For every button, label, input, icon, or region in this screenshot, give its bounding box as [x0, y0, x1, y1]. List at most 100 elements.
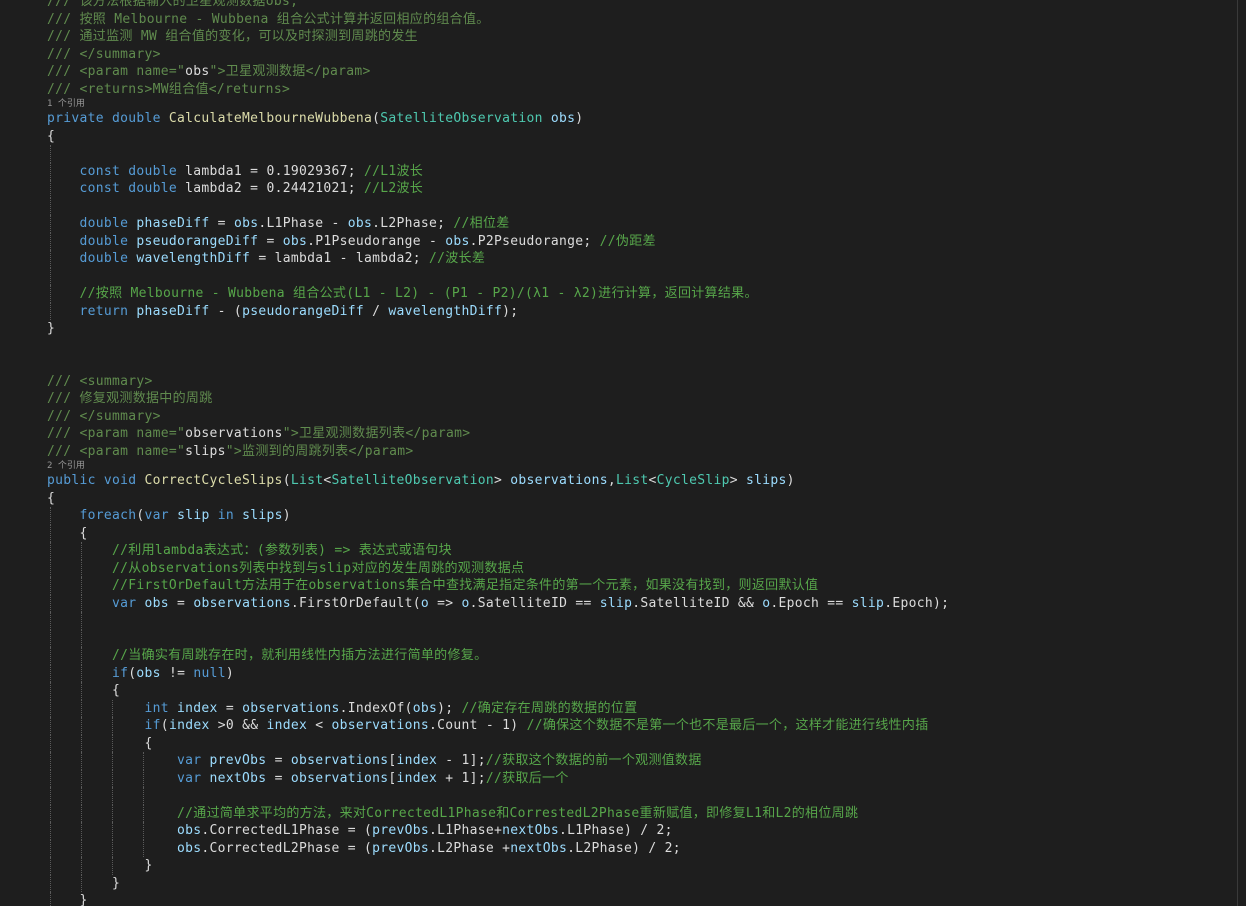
code-line: { — [0, 490, 1236, 508]
code-editor[interactable]: /// 该方法根据输入的卫星观测数据obs, /// 按照 Melbourne -… — [0, 0, 1246, 906]
code-token: .Count - 1) — [429, 718, 527, 733]
code-lines: /// 该方法根据输入的卫星观测数据obs, /// 按照 Melbourne -… — [0, 0, 1236, 906]
code-line: } — [0, 857, 1236, 875]
indent-guide — [50, 787, 51, 805]
indent-guide — [81, 647, 82, 665]
code-token: { — [47, 683, 121, 698]
code-token: .CorrectedL2Phase = ( — [201, 840, 373, 856]
code-line — [0, 267, 1236, 285]
code-line: { — [0, 128, 1236, 146]
code-token: slips — [185, 443, 226, 459]
code-token: ">卫星观测数据列表</param> — [282, 426, 471, 441]
code-token: ( — [136, 508, 145, 523]
indent-guide — [112, 822, 113, 840]
code-token: .FirstOrDefault( — [290, 595, 421, 611]
indent-guide — [50, 267, 51, 285]
code-token: wavelengthDiff — [388, 303, 503, 319]
indent-guide — [50, 145, 51, 163]
indent-guide — [81, 559, 82, 577]
code-token: prevObs — [209, 753, 267, 768]
code-token: /// 按照 Melbourne - Wubbena 组合公式计算并返回相应的组… — [47, 11, 490, 27]
code-token: = — [266, 753, 291, 768]
indent-guide — [50, 197, 51, 215]
indent-guide — [143, 822, 144, 840]
indent-guide — [81, 752, 82, 770]
code-line: //当确实有周跳存在时，就利用线性内插方法进行简单的修复。 — [0, 647, 1236, 665]
code-token: ( — [372, 111, 381, 126]
indent-guide — [50, 664, 51, 682]
code-token: observations — [193, 595, 291, 611]
code-token: const double — [79, 181, 186, 196]
code-line: return phaseDiff - (pseudorangeDiff / wa… — [0, 302, 1236, 320]
indent-guide — [112, 769, 113, 787]
code-token: observations — [185, 426, 283, 441]
indent-guide — [81, 612, 82, 630]
code-line: /// 通过监测 MW 组合值的变化，可以及时探测到周跳的发生 — [0, 28, 1236, 46]
indent-guide — [50, 524, 51, 542]
code-line — [0, 787, 1236, 805]
indent-guide — [112, 839, 113, 857]
code-token: pseudorangeDiff — [242, 303, 364, 319]
code-token: //利用lambda表达式：(参数列表) => 表达式或语句块 — [112, 543, 452, 558]
code-token: CorrectCycleSlips — [144, 473, 283, 488]
code-token: .P1Pseudorange - — [307, 233, 446, 249]
code-line: const double lambda2 = 0.24421021; //L2波… — [0, 180, 1236, 198]
indent-guide — [50, 804, 51, 822]
code-token: /// <summary> — [47, 373, 153, 389]
code-line: double wavelengthDiff = lambda1 - lambda… — [0, 250, 1236, 268]
indent-guide — [81, 787, 82, 805]
code-token: List — [290, 473, 324, 488]
code-token: obs — [233, 216, 259, 231]
code-token: < — [307, 718, 332, 733]
code-token: o — [420, 595, 430, 611]
code-token: nextObs — [209, 770, 267, 786]
code-token: return — [79, 303, 137, 319]
codelens-references[interactable]: 2 个引用 — [0, 460, 1236, 472]
code-token: if — [144, 718, 161, 733]
code-line: /// 该方法根据输入的卫星观测数据obs, — [0, 0, 1236, 11]
code-token: obs — [136, 665, 161, 681]
indent-guide — [50, 892, 51, 906]
code-token: } — [47, 875, 121, 891]
indent-guide — [50, 577, 51, 595]
indent-guide — [81, 699, 82, 717]
code-token: private double — [47, 111, 169, 126]
code-token: ">卫星观测数据</param> — [209, 64, 371, 79]
code-token: observations — [290, 770, 389, 786]
indent-guide — [50, 699, 51, 717]
code-token: observations — [290, 753, 389, 768]
indent-guide — [81, 594, 82, 612]
vertical-scrollbar[interactable] — [1237, 0, 1246, 906]
code-line — [0, 612, 1236, 630]
code-token: CycleSlip — [656, 473, 730, 488]
code-token: ) — [575, 111, 584, 126]
code-token: observations — [510, 473, 608, 488]
code-token: obs — [282, 233, 308, 249]
indent-guide — [50, 874, 51, 892]
code-token: index — [396, 770, 438, 786]
indent-guide — [81, 717, 82, 735]
code-token: nextObs — [502, 823, 560, 838]
code-token: const double — [79, 163, 186, 179]
code-line: /// </summary> — [0, 408, 1236, 426]
code-token: .IndexOf( — [339, 700, 413, 716]
indent-guide — [81, 577, 82, 595]
code-line: { — [0, 524, 1236, 542]
code-token: in — [209, 508, 243, 523]
code-token: var — [144, 508, 178, 523]
indent-guide — [112, 752, 113, 770]
code-token: /// <returns>MW组合值</returns> — [47, 81, 291, 97]
code-line: /// </summary> — [0, 46, 1236, 64]
indent-guide — [50, 302, 51, 320]
code-token: / — [363, 303, 389, 319]
code-token: => — [429, 595, 462, 611]
indent-guide — [50, 857, 51, 875]
codelens-references[interactable]: 1 个引用 — [0, 98, 1236, 110]
code-token: ) — [786, 473, 795, 488]
code-token: //确保这个数据不是第一个也不是最后一个，这样才能进行线性内插 — [526, 718, 929, 733]
indent-guide — [81, 734, 82, 752]
